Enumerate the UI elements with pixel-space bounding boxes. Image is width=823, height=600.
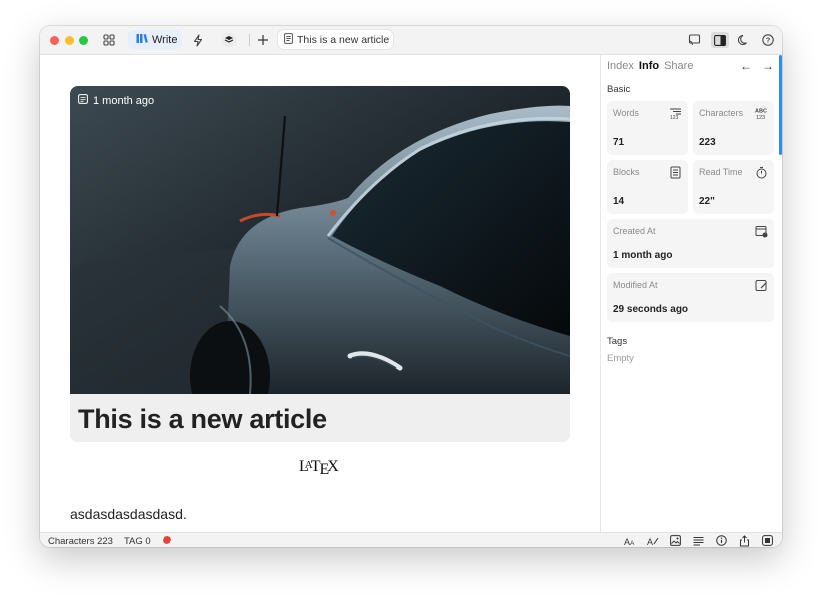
stat-words-label: Words <box>613 108 639 118</box>
updated-badge-text: 1 month ago <box>93 94 155 107</box>
font-style-icon[interactable]: A <box>646 534 659 547</box>
sidebar-nav: ← → <box>740 59 774 73</box>
tab-current-article[interactable]: This is a new article <box>278 30 393 49</box>
stat-characters-value: 223 <box>699 137 716 148</box>
add-icon[interactable] <box>255 32 271 48</box>
updated-badge: 1 month ago <box>78 94 154 107</box>
export-icon[interactable] <box>761 534 774 547</box>
align-icon[interactable] <box>692 534 705 547</box>
word-count-icon: 123 <box>670 108 681 120</box>
svg-text:ABC: ABC <box>755 109 767 115</box>
cover-card: 1 month ago This is a new article <box>70 86 570 442</box>
editor-pane[interactable]: 1 month ago This is a new article LATEX … <box>40 55 600 532</box>
sidebar-scrollbar[interactable] <box>779 55 782 155</box>
svg-text:123: 123 <box>756 115 765 120</box>
lightning-icon[interactable] <box>190 32 206 48</box>
tags-empty-text: Empty <box>607 353 634 364</box>
toolbar-separator <box>249 34 250 46</box>
character-count-icon: ABC123 <box>755 109 767 121</box>
share-icon[interactable] <box>738 534 751 547</box>
font-size-icon[interactable]: AA <box>623 534 636 547</box>
tags-label: Tags <box>607 336 628 347</box>
calendar-icon <box>78 94 88 107</box>
grid-icon[interactable] <box>101 32 117 48</box>
svg-text:123: 123 <box>670 115 679 120</box>
write-mode-button[interactable]: Write <box>128 30 182 49</box>
stat-characters-label: Characters <box>699 108 744 118</box>
forward-arrow-icon[interactable]: → <box>762 59 774 73</box>
svg-text:?: ? <box>766 36 771 45</box>
paragraph-block[interactable]: asdasdasdasdasd. <box>70 506 187 522</box>
stat-modified-value: 29 seconds ago <box>613 304 689 315</box>
image-icon[interactable] <box>669 534 682 547</box>
sidebar-toggle-icon[interactable] <box>711 32 729 48</box>
stat-words-value: 71 <box>613 137 625 148</box>
stat-modified-card: Modified At 29 seconds ago <box>607 273 774 322</box>
cast-icon[interactable] <box>686 32 702 48</box>
info-icon[interactable] <box>715 534 728 547</box>
app-window: Write This is a new article ? 1 month ag… <box>40 26 782 547</box>
stat-created-value: 1 month ago <box>613 250 673 261</box>
moon-icon[interactable] <box>736 32 752 48</box>
library-icon <box>136 33 148 47</box>
close-window-button[interactable] <box>50 36 59 45</box>
character-count-status[interactable]: Characters 223 <box>48 536 113 547</box>
stat-characters-card: Characters ABC 123 223 <box>693 101 774 155</box>
tag-count-status[interactable]: TAG 0 <box>124 536 151 547</box>
stat-created-label: Created At <box>613 226 656 236</box>
stat-modified-label: Modified At <box>613 280 658 290</box>
zoom-window-button[interactable] <box>79 36 88 45</box>
back-arrow-icon[interactable]: ← <box>740 59 752 73</box>
stat-blocks-label: Blocks <box>613 167 640 177</box>
help-icon[interactable]: ? <box>760 32 776 48</box>
layers-icon[interactable] <box>221 32 237 48</box>
tab-share[interactable]: Share <box>664 60 693 72</box>
stat-read-time-card: Read Time 22" <box>693 160 774 214</box>
info-sidebar: Index Info Share ← → Basic Words 123 71 … <box>600 55 782 532</box>
write-mode-label: Write <box>152 33 178 46</box>
stat-blocks-value: 14 <box>613 196 625 207</box>
title-bar: Write This is a new article ? <box>40 26 782 55</box>
status-bar: Characters 223 TAG 0 AA A <box>40 532 782 547</box>
calendar-add-icon <box>755 226 768 238</box>
sidebar-tabs: Index Info Share <box>607 60 693 72</box>
svg-text:A: A <box>647 537 653 546</box>
article-title[interactable]: This is a new article <box>78 404 327 435</box>
latex-block[interactable]: LATEX <box>299 458 339 478</box>
tab-info[interactable]: Info <box>639 60 659 72</box>
minimize-window-button[interactable] <box>65 36 74 45</box>
stat-created-card: Created At 1 month ago <box>607 219 774 268</box>
stat-read-time-value: 22" <box>699 196 715 207</box>
tab-title: This is a new article <box>297 33 390 46</box>
stat-words-card: Words 123 71 <box>607 101 688 155</box>
document-icon <box>284 32 293 47</box>
stopwatch-icon <box>756 167 767 179</box>
brain-icon[interactable] <box>162 535 172 547</box>
tab-index[interactable]: Index <box>607 60 634 72</box>
section-basic: Basic <box>607 84 631 95</box>
svg-text:A: A <box>630 540 635 546</box>
stat-read-time-label: Read Time <box>699 167 743 177</box>
cover-image[interactable] <box>70 86 570 394</box>
blocks-icon <box>670 166 681 179</box>
edit-document-icon <box>755 280 767 291</box>
stat-blocks-card: Blocks 14 <box>607 160 688 214</box>
